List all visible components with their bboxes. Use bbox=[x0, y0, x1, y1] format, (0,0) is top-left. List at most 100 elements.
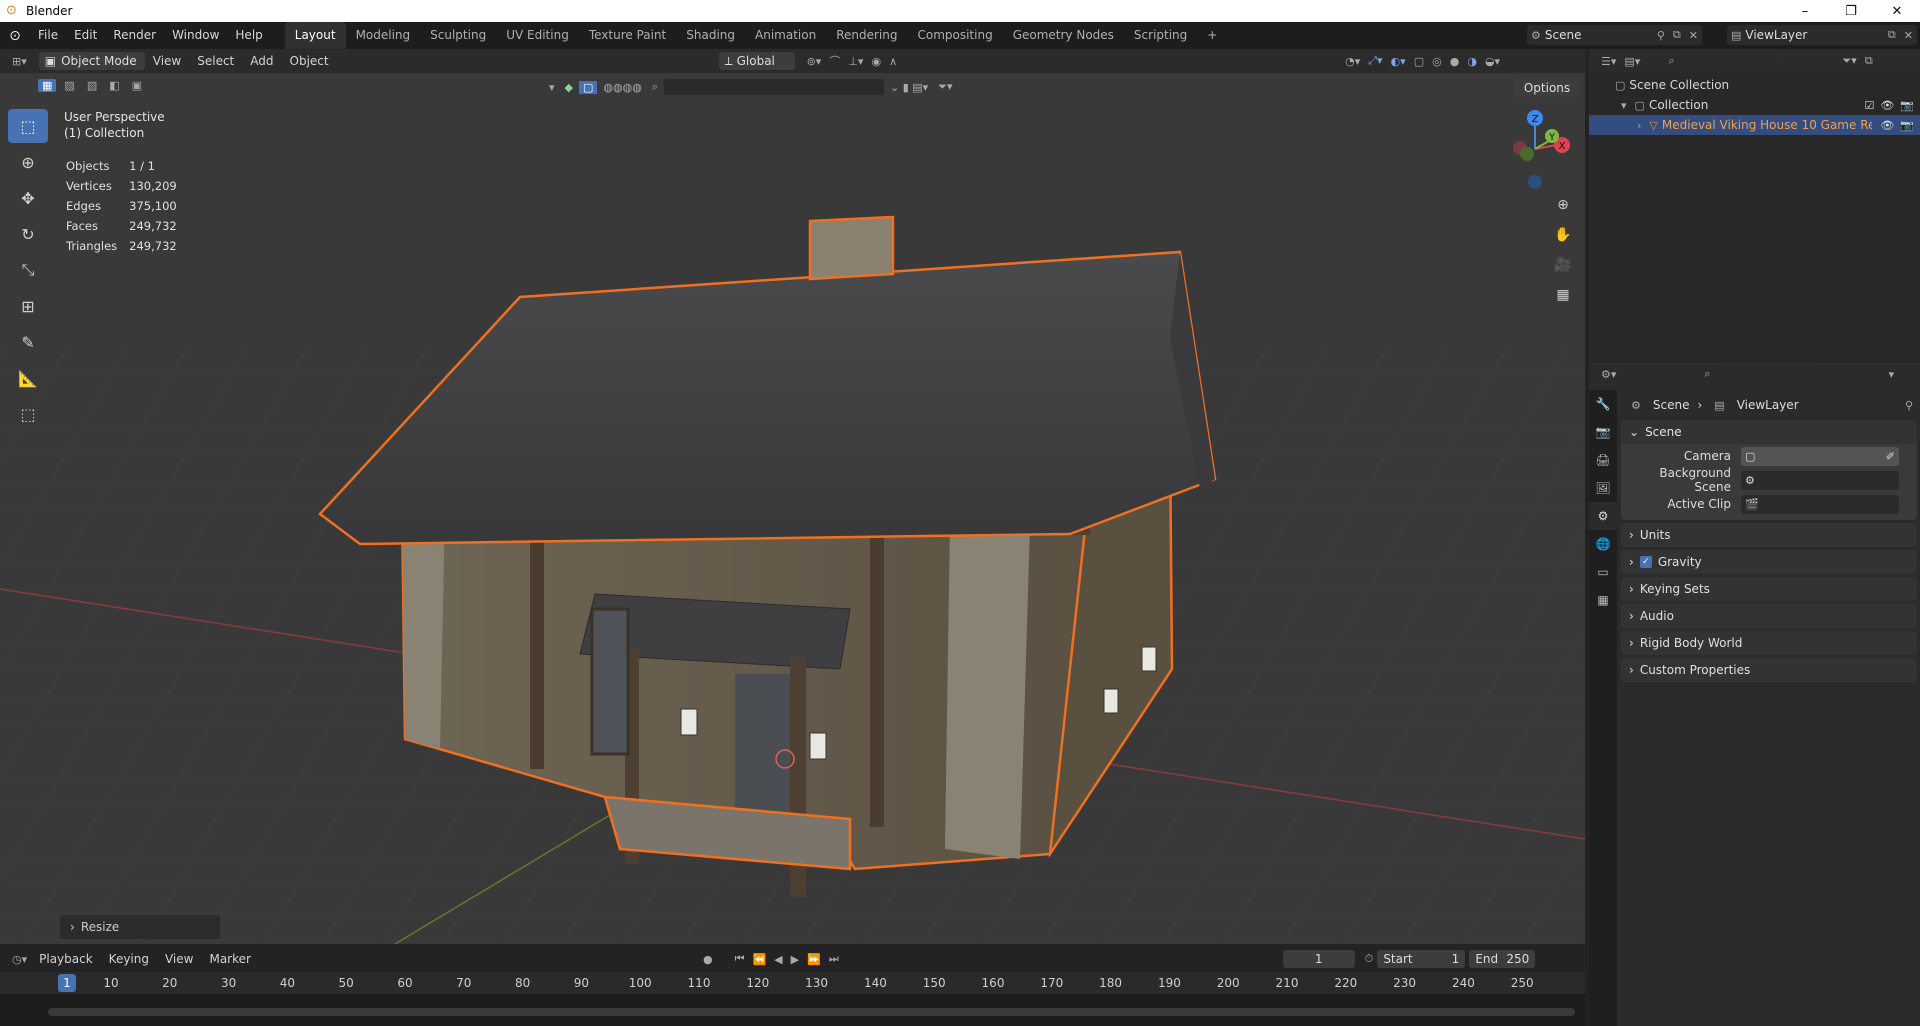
collection-tab-icon[interactable]: ▭ bbox=[1589, 558, 1617, 586]
tab-texture-paint[interactable]: Texture Paint bbox=[579, 22, 676, 49]
tab-compositing[interactable]: Compositing bbox=[907, 22, 1002, 49]
pivot-icon[interactable]: ⊚▾ bbox=[803, 55, 826, 68]
menu-marker[interactable]: Marker bbox=[201, 952, 258, 966]
orientation-dropdown[interactable]: ⟂ Global bbox=[718, 52, 795, 70]
properties-search-input[interactable] bbox=[1714, 366, 1815, 382]
transform-tool[interactable]: ⊞ bbox=[8, 289, 48, 323]
outliner-filter-icon[interactable]: ⏷▾ bbox=[1838, 54, 1860, 68]
new-view-layer-icon[interactable]: ⧉ bbox=[1884, 28, 1900, 42]
minimize-button[interactable]: – bbox=[1782, 0, 1828, 22]
menu-add[interactable]: Add bbox=[242, 54, 281, 68]
outliner-search-icon[interactable]: ⌕ bbox=[1664, 54, 1678, 68]
pin-icon[interactable]: ⚲ bbox=[1653, 29, 1669, 42]
new-scene-icon[interactable]: ⧉ bbox=[1669, 28, 1685, 42]
properties-search-icon[interactable]: ⌕ bbox=[1700, 367, 1714, 381]
material-shading-icon[interactable]: ◑ bbox=[1463, 55, 1481, 68]
snap-icon[interactable]: ⌒ bbox=[825, 53, 844, 69]
scene-name[interactable]: Scene bbox=[1545, 28, 1653, 42]
object-filter-icon[interactable]: ▢ bbox=[579, 80, 598, 94]
rotate-tool[interactable]: ↻ bbox=[8, 217, 48, 251]
rigid-body-world-panel[interactable]: › Rigid Body World bbox=[1621, 631, 1917, 655]
shading-filter-icon[interactable]: ◍◍◍◍ bbox=[599, 81, 645, 94]
output-tab-icon[interactable]: 🖨 bbox=[1589, 446, 1617, 474]
options-dropdown[interactable]: Options bbox=[1514, 79, 1580, 97]
select-intersect-icon[interactable]: ▣ bbox=[128, 79, 146, 92]
pan-hand-icon[interactable]: ✋ bbox=[1549, 221, 1577, 249]
ortho-grid-icon[interactable]: ▦ bbox=[1549, 281, 1577, 309]
blender-logo-icon[interactable]: ⊙ bbox=[0, 28, 30, 44]
tool-tab-icon[interactable]: 🔧 bbox=[1589, 390, 1617, 418]
visibility-icon[interactable]: ◔▾ bbox=[1341, 55, 1364, 68]
tab-rendering[interactable]: Rendering bbox=[826, 22, 907, 49]
outliner-search-input[interactable] bbox=[1678, 53, 1779, 69]
camera-view-icon[interactable]: 🎥 bbox=[1549, 251, 1577, 279]
close-button[interactable]: ✕ bbox=[1874, 0, 1920, 22]
background-scene-field[interactable]: ⚙ bbox=[1741, 470, 1899, 490]
gizmo-toggle-icon[interactable]: ⤢▾ bbox=[1364, 54, 1386, 68]
menu-render[interactable]: Render bbox=[105, 22, 164, 49]
active-clip-field[interactable]: 🎬 bbox=[1741, 494, 1899, 514]
stopwatch-icon[interactable]: ⏱ bbox=[1361, 952, 1378, 966]
units-panel[interactable]: › Units bbox=[1621, 523, 1917, 547]
xray-icon[interactable]: ▢ bbox=[1410, 55, 1428, 68]
mesh-filter-icon[interactable]: ◆ bbox=[561, 81, 577, 94]
scene-tab-icon[interactable]: ⚙ bbox=[1589, 502, 1617, 530]
eyedropper-icon[interactable]: ✐ bbox=[1886, 450, 1895, 463]
properties-editor-icon[interactable]: ⚙▾ bbox=[1597, 368, 1620, 381]
prev-keyframe-icon[interactable]: ⏪ bbox=[748, 953, 770, 966]
add-cube-tool[interactable]: ⬚ bbox=[8, 397, 48, 431]
menu-object[interactable]: Object bbox=[282, 54, 337, 68]
next-keyframe-icon[interactable]: ⏩ bbox=[803, 953, 825, 966]
proportional-edit-icon[interactable]: ◉ bbox=[867, 55, 885, 68]
editor-type-icon[interactable]: ⊞▾ bbox=[8, 55, 31, 68]
exclude-checkbox-icon[interactable]: ☑ bbox=[1864, 99, 1874, 112]
measure-tool[interactable]: 📐 bbox=[8, 361, 48, 395]
menu-select[interactable]: Select bbox=[189, 54, 242, 68]
menu-window[interactable]: Window bbox=[164, 22, 227, 49]
select-invert-icon[interactable]: ◧ bbox=[105, 79, 123, 92]
tab-animation[interactable]: Animation bbox=[745, 22, 826, 49]
filter-dropdown-icon[interactable]: ▾ bbox=[545, 81, 559, 94]
outliner-collection[interactable]: ▾ ▢ Collection ☑ 👁 📷 bbox=[1589, 95, 1920, 115]
render-camera-icon[interactable]: 📷 bbox=[1900, 99, 1914, 112]
navigation-gizmo[interactable]: Z X Y bbox=[1490, 104, 1580, 194]
view-layer-tab-icon[interactable]: 🖼 bbox=[1589, 474, 1617, 502]
view-layer-name[interactable]: ViewLayer bbox=[1745, 28, 1884, 42]
object-eye-icon[interactable]: 👁 bbox=[1880, 119, 1894, 132]
eye-icon[interactable]: 👁 bbox=[1880, 99, 1894, 112]
jump-end-icon[interactable]: ⏭ bbox=[825, 952, 843, 966]
zoom-icon[interactable]: ⊕ bbox=[1549, 191, 1577, 219]
select-subtract-icon[interactable]: ▧ bbox=[83, 79, 101, 92]
wireframe-shading-icon[interactable]: ◎ bbox=[1428, 55, 1446, 68]
select-new-icon[interactable]: ▦ bbox=[38, 79, 57, 92]
keying-sets-panel[interactable]: › Keying Sets bbox=[1621, 577, 1917, 601]
tab-shading[interactable]: Shading bbox=[676, 22, 745, 49]
viewport-search-icon[interactable]: ⌕ bbox=[648, 80, 662, 94]
scale-tool[interactable]: ⤡ bbox=[8, 253, 48, 287]
tab-modeling[interactable]: Modeling bbox=[346, 22, 421, 49]
collapse-arrow-icon[interactable]: ▾ bbox=[1617, 99, 1631, 112]
menu-playback[interactable]: Playback bbox=[31, 952, 101, 966]
tab-uv-editing[interactable]: UV Editing bbox=[496, 22, 579, 49]
display-mode-icon[interactable]: ▤▾ bbox=[1620, 55, 1644, 68]
timeline-scrollbar[interactable] bbox=[48, 1008, 1575, 1016]
outliner-editor-icon[interactable]: ☰▾ bbox=[1597, 55, 1620, 68]
bookmark-icon[interactable]: ⌄ ▮ ▤▾ bbox=[886, 81, 932, 94]
menu-file[interactable]: File bbox=[30, 22, 66, 49]
mode-dropdown[interactable]: ▣ Object Mode bbox=[38, 52, 145, 70]
timeline-editor-icon[interactable]: ◷▾ bbox=[8, 953, 31, 966]
view-layer-selector[interactable]: ▤ ViewLayer ⧉ ✕ bbox=[1727, 25, 1917, 45]
funnel-icon[interactable]: ⏷▾ bbox=[934, 80, 956, 94]
menu-view[interactable]: View bbox=[145, 54, 189, 68]
custom-properties-panel[interactable]: › Custom Properties bbox=[1621, 658, 1917, 682]
menu-edit[interactable]: Edit bbox=[66, 22, 105, 49]
add-workspace-button[interactable]: + bbox=[1197, 22, 1227, 49]
playhead[interactable]: 1 bbox=[58, 974, 76, 992]
delete-scene-icon[interactable]: ✕ bbox=[1685, 29, 1702, 42]
render-tab-icon[interactable]: 📷 bbox=[1589, 418, 1617, 446]
end-frame-field[interactable]: End 250 bbox=[1469, 950, 1536, 968]
snap-target-icon[interactable]: ⊥▾ bbox=[844, 55, 867, 68]
properties-options-icon[interactable]: ▾ bbox=[1885, 368, 1899, 381]
play-reverse-icon[interactable]: ◀ bbox=[770, 953, 786, 966]
tab-layout[interactable]: Layout bbox=[284, 22, 346, 49]
